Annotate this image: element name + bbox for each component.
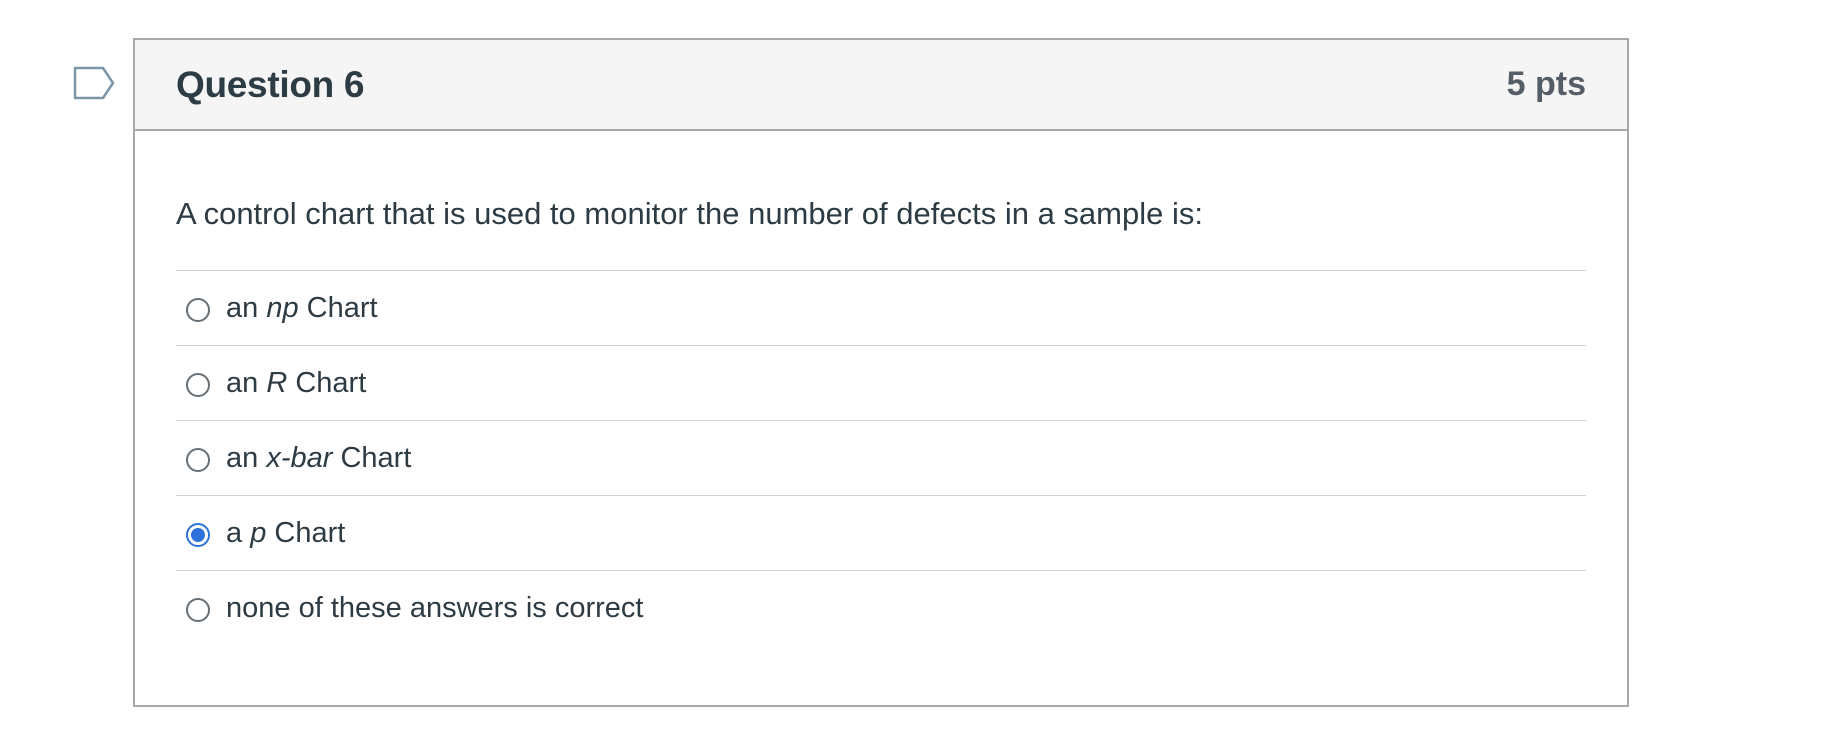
radio-button[interactable]	[186, 598, 210, 623]
radio-button[interactable]	[186, 447, 210, 472]
radio-button-selected[interactable]	[186, 522, 210, 547]
question-text: A control chart that is used to monitor …	[176, 196, 1203, 231]
answer-option-np[interactable]: an np Chart	[176, 271, 1586, 347]
answer-label: an np Chart	[226, 291, 378, 324]
flag-question-icon[interactable]	[73, 66, 117, 100]
question-points: 5 pts	[1506, 65, 1586, 103]
answer-option-x-bar[interactable]: an x-bar Chart	[176, 421, 1586, 497]
answer-option-r[interactable]: an R Chart	[176, 346, 1586, 422]
answer-label: none of these answers is correct	[226, 592, 644, 625]
answer-option-none[interactable]: none of these answers is correct	[176, 571, 1586, 646]
answer-list: an np Chart an R Chart an x-bar Chart a …	[176, 270, 1586, 646]
answer-label: an x-bar Chart	[226, 441, 412, 474]
question-card: Question 6 5 pts A control chart that is…	[133, 38, 1629, 707]
answer-label: a p Chart	[226, 516, 346, 549]
question-title: Question 6	[176, 63, 365, 105]
radio-button[interactable]	[186, 297, 210, 322]
question-header: Question 6 5 pts	[135, 40, 1627, 131]
answer-label: an R Chart	[226, 366, 367, 399]
radio-button[interactable]	[186, 372, 210, 397]
answer-option-p[interactable]: a p Chart	[176, 496, 1586, 572]
question-body: A control chart that is used to monitor …	[135, 131, 1627, 646]
